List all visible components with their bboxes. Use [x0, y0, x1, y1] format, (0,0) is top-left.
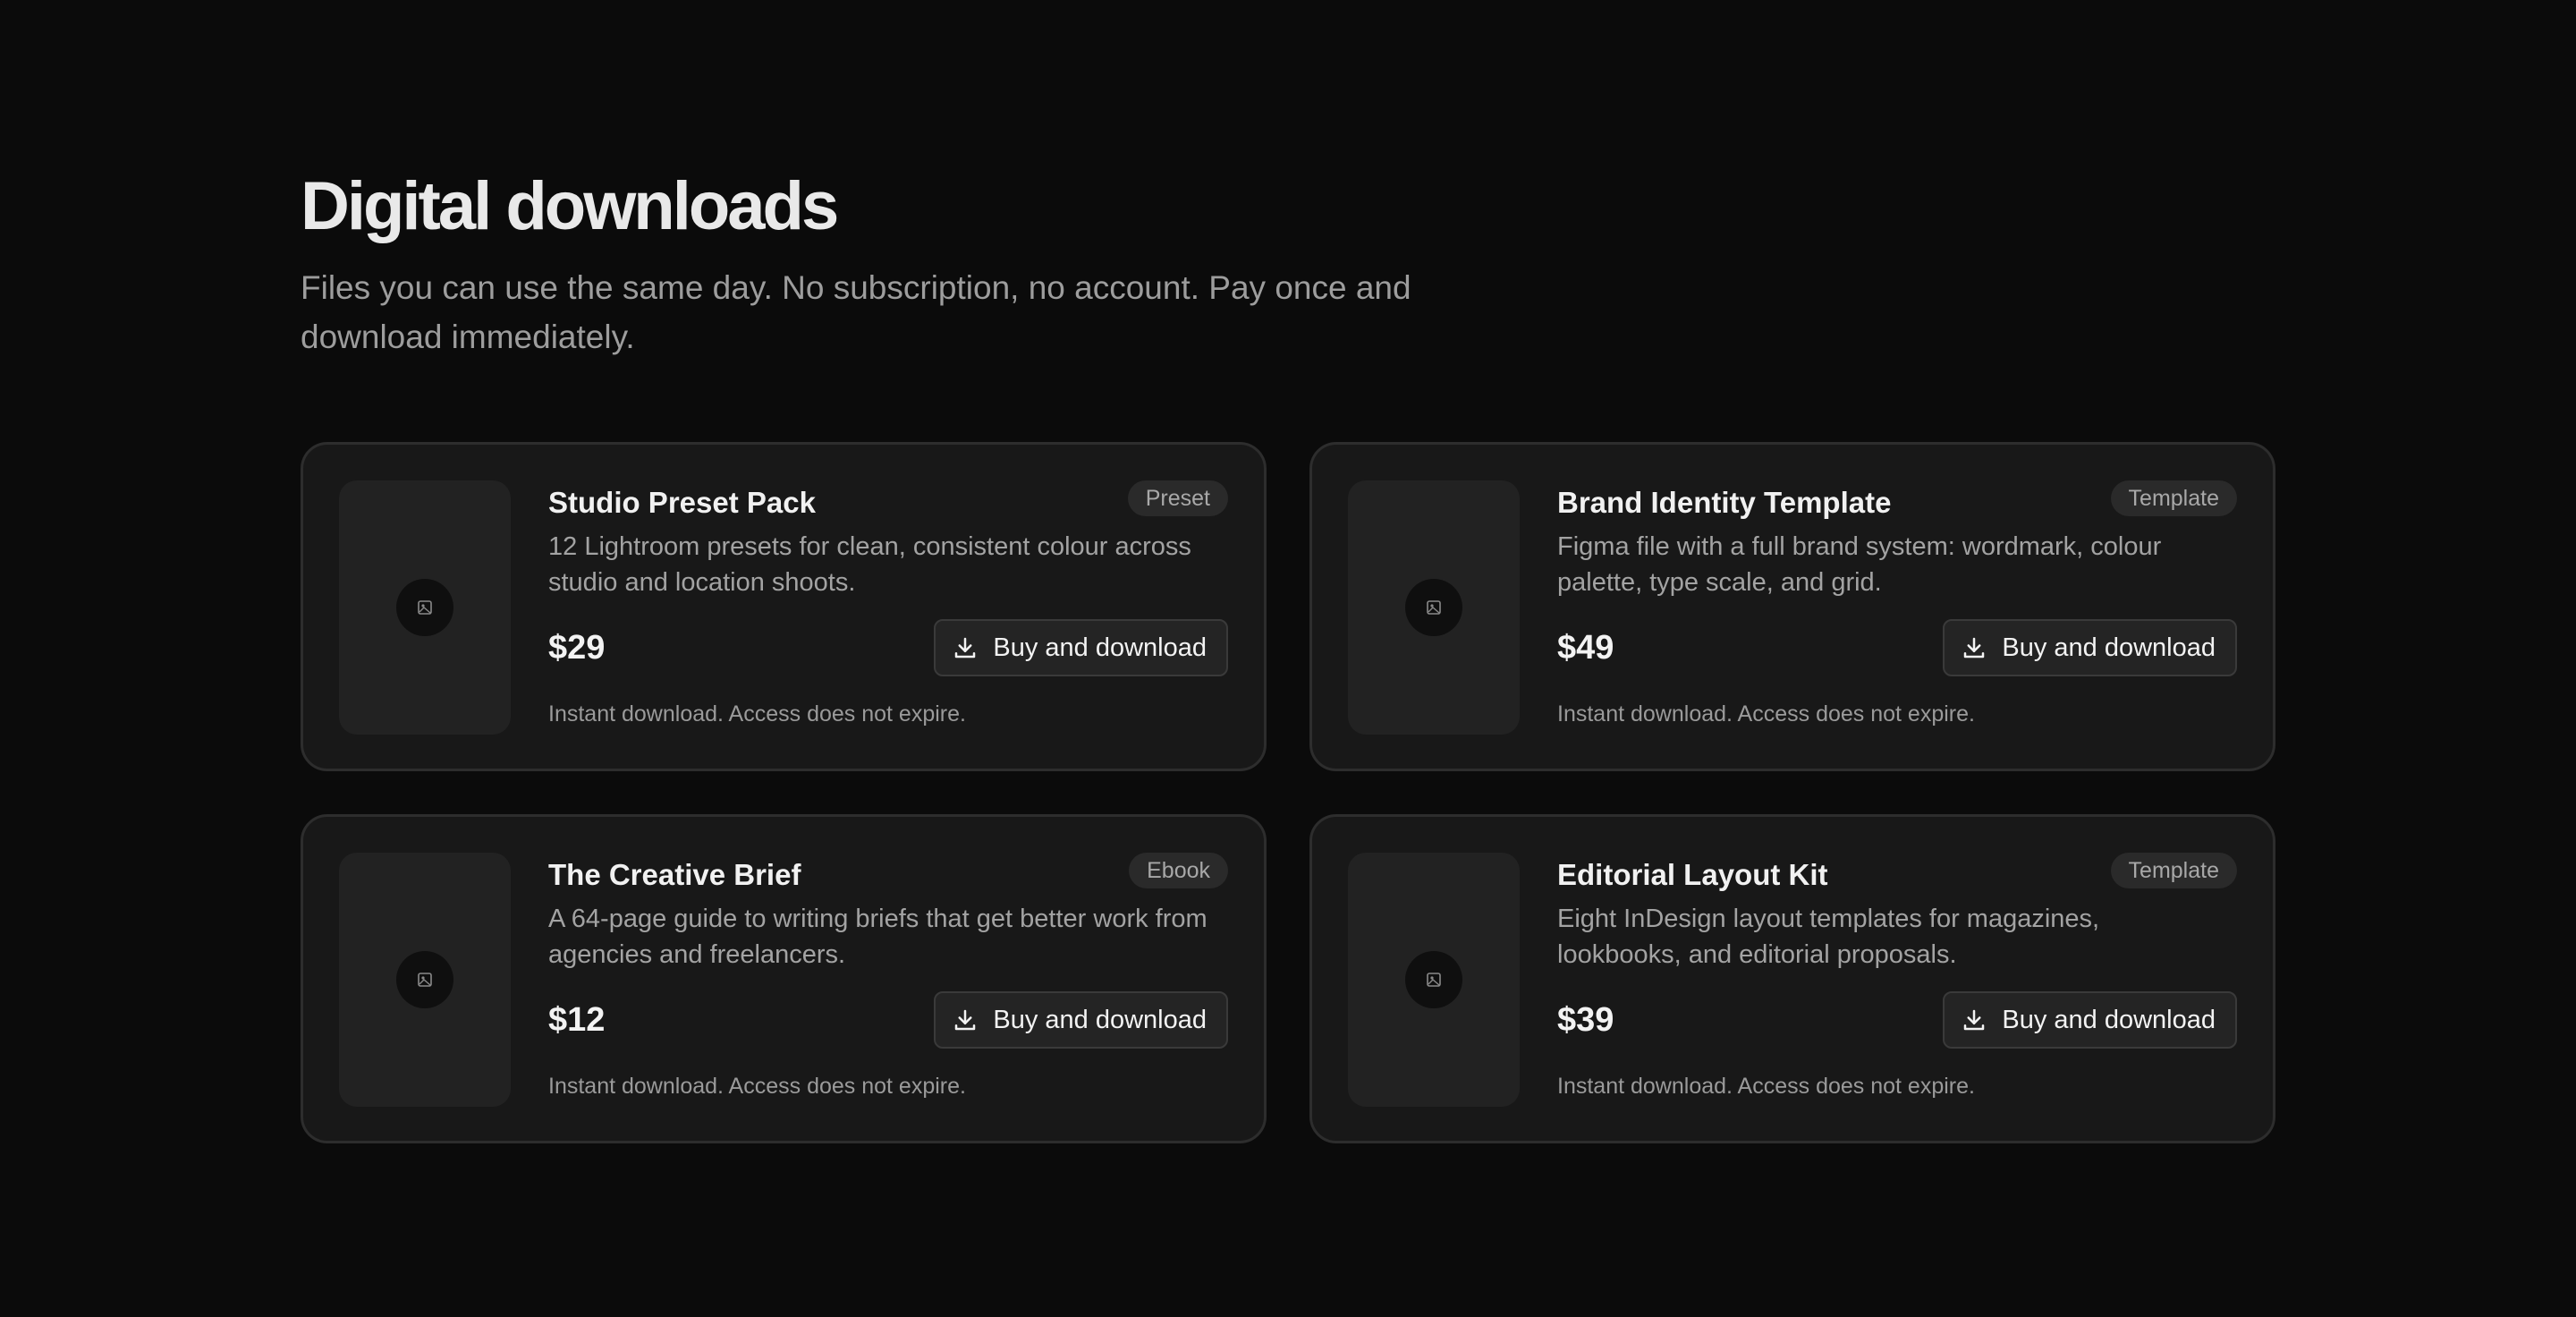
product-thumbnail [339, 853, 511, 1107]
product-card: The Creative Brief Ebook A 64-page guide… [301, 814, 1267, 1143]
image-placeholder-icon [1405, 951, 1462, 1008]
buy-and-download-button[interactable]: Buy and download [1943, 991, 2237, 1049]
product-description: Eight InDesign layout templates for maga… [1557, 905, 2100, 969]
product-price: $29 [548, 629, 606, 667]
product-card: Brand Identity Template Template Figma f… [1309, 442, 2275, 771]
download-icon [1961, 634, 1987, 661]
product-body: Studio Preset Pack Preset 12 Lightroom p… [548, 480, 1228, 742]
product-thumbnail [1348, 480, 1520, 735]
product-thumbnail [339, 480, 511, 735]
product-price: $12 [548, 1001, 606, 1039]
page-title: Digital downloads [301, 168, 839, 244]
product-grid: Studio Preset Pack Preset 12 Lightroom p… [301, 442, 2277, 1143]
buy-and-download-button[interactable]: Buy and download [1943, 619, 2237, 676]
access-note: Instant download. Access does not expire… [548, 1074, 966, 1099]
category-badge: Template [2110, 480, 2237, 516]
product-title: Brand Identity Template [1557, 486, 1892, 519]
page-subtitle: Files you can use the same day. No subsc… [301, 269, 1411, 355]
access-note: Instant download. Access does not expire… [548, 701, 966, 726]
product-price: $49 [1557, 629, 1614, 667]
image-placeholder-icon [396, 579, 453, 636]
product-body: Brand Identity Template Template Figma f… [1557, 480, 2237, 742]
category-badge: Preset [1127, 480, 1228, 516]
product-price: $39 [1557, 1001, 1614, 1039]
buy-button-label: Buy and download [993, 633, 1207, 662]
download-icon [952, 1007, 979, 1033]
product-body: Editorial Layout Kit Template Eight InDe… [1557, 853, 2237, 1114]
product-card: Studio Preset Pack Preset 12 Lightroom p… [301, 442, 1267, 771]
product-body: The Creative Brief Ebook A 64-page guide… [548, 853, 1228, 1114]
buy-and-download-button[interactable]: Buy and download [934, 991, 1228, 1049]
buy-button-label: Buy and download [2002, 633, 2216, 662]
product-thumbnail [1348, 853, 1520, 1107]
access-note: Instant download. Access does not expire… [1557, 701, 1975, 726]
product-card: Editorial Layout Kit Template Eight InDe… [1309, 814, 2275, 1143]
category-badge: Ebook [1129, 853, 1228, 888]
buy-button-label: Buy and download [993, 1005, 1207, 1034]
product-description: 12 Lightroom presets for clean, consiste… [548, 532, 1191, 597]
product-description: A 64-page guide to writing briefs that g… [548, 905, 1208, 969]
product-title: The Creative Brief [548, 858, 801, 891]
product-title: Studio Preset Pack [548, 486, 816, 519]
download-icon [952, 634, 979, 661]
category-badge: Template [2110, 853, 2237, 888]
access-note: Instant download. Access does not expire… [1557, 1074, 1975, 1099]
image-placeholder-icon [1405, 579, 1462, 636]
digital-downloads-section: Digital downloads Files you can use the … [301, 166, 2277, 1143]
buy-button-label: Buy and download [2002, 1005, 2216, 1034]
product-title: Editorial Layout Kit [1557, 858, 1828, 891]
product-description: Figma file with a full brand system: wor… [1557, 532, 2162, 597]
buy-and-download-button[interactable]: Buy and download [934, 619, 1228, 676]
download-icon [1961, 1007, 1987, 1033]
image-placeholder-icon [396, 951, 453, 1008]
